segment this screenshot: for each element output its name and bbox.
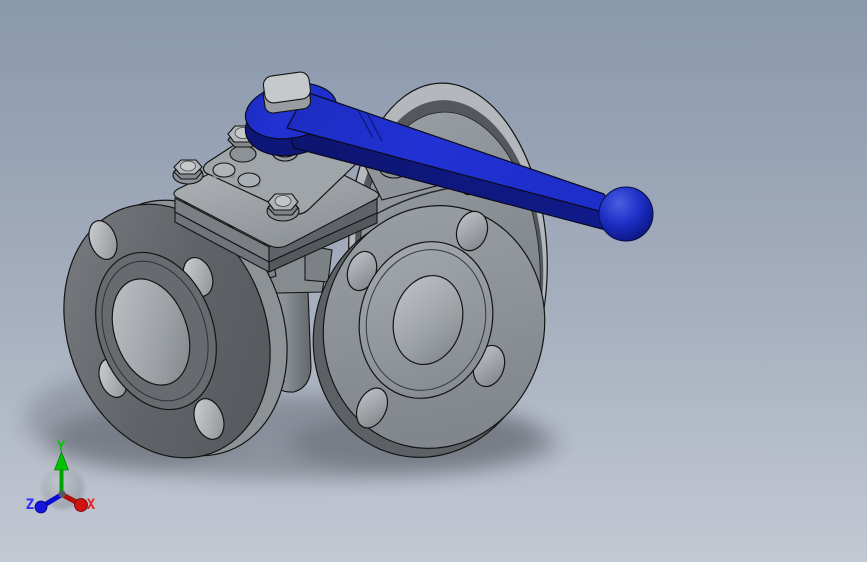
hex-bolt-f: [266, 193, 300, 222]
triad-origin: [58, 490, 66, 498]
stem-nut-top: [262, 71, 311, 104]
cad-viewport[interactable]: Z X Y: [0, 0, 867, 562]
hex-bolt-a: [172, 159, 204, 185]
model-canvas[interactable]: Z X Y: [0, 0, 867, 562]
ball-knob[interactable]: [598, 186, 654, 242]
pad-boss-small-1: [212, 162, 236, 178]
triad-label-y: Y: [57, 439, 66, 455]
stem-nut[interactable]: [262, 71, 312, 114]
pad-boss-small-2: [237, 172, 261, 188]
triad-label-x: X: [87, 497, 96, 513]
triad-label-z: Z: [26, 497, 34, 513]
